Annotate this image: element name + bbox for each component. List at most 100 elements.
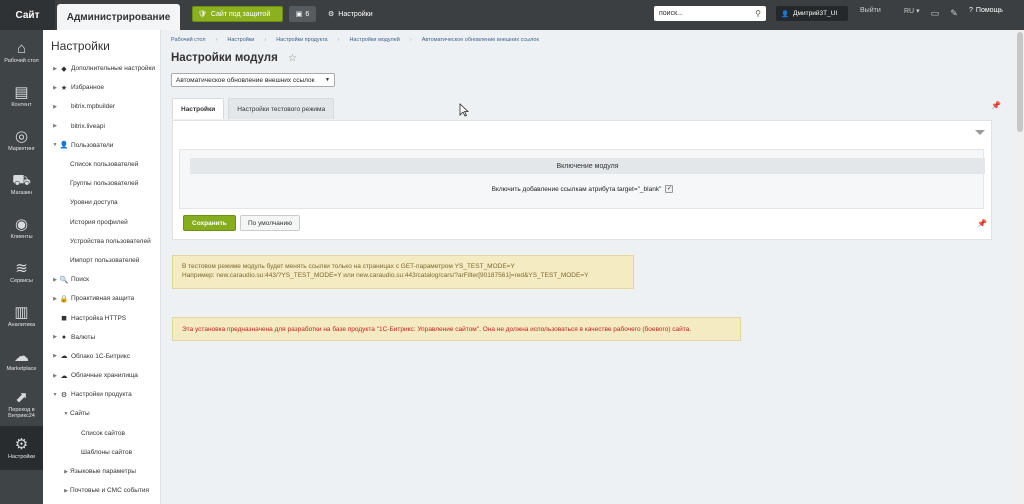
top-settings-link[interactable]: ⚙ Настройки bbox=[328, 6, 373, 22]
nav-label: Аналитика bbox=[7, 321, 36, 328]
sidebar-item-label: Сайты bbox=[70, 410, 90, 418]
sidebar-item[interactable]: Устройства пользователей bbox=[43, 232, 160, 251]
nav-label: Сервисы bbox=[10, 277, 33, 284]
target-blank-checkbox[interactable]: ✓ bbox=[665, 185, 674, 193]
sidebar-title: Настройки bbox=[51, 39, 110, 53]
sidebar-item[interactable]: ▶ ◆ Дополнительные настройки bbox=[43, 59, 160, 78]
nav-shop[interactable]: ⛟ Магазин bbox=[0, 162, 43, 206]
breadcrumb-item[interactable]: Настройки модулей bbox=[349, 37, 399, 43]
site-tab[interactable]: Сайт bbox=[0, 0, 55, 30]
sidebar-item-icon: ☁ bbox=[60, 372, 68, 380]
sidebar-item[interactable]: ▼ ⚙ Настройки продукта bbox=[43, 385, 160, 404]
language-selector[interactable]: RU ▾ bbox=[904, 7, 920, 15]
user-menu[interactable]: 👤 Дмитрий3Т_UI bbox=[776, 6, 848, 21]
nav-analytics[interactable]: ▥ Аналитика bbox=[0, 294, 43, 338]
expand-arrow-right-icon[interactable]: ▶ bbox=[51, 85, 59, 91]
expand-arrow-right-icon[interactable]: ▶ bbox=[51, 104, 59, 110]
sidebar-item[interactable]: ▶ ☁ Облако 1С-Битрикс bbox=[43, 347, 160, 366]
pin-icon[interactable]: 📌 bbox=[991, 101, 1001, 110]
sidebar-item[interactable]: Уровни доступа bbox=[43, 193, 160, 212]
sidebar-item[interactable]: Импорт пользователей bbox=[43, 251, 160, 270]
sidebar-item[interactable]: ▶ bitrix.liveapi bbox=[43, 117, 160, 136]
window-icon[interactable]: ▭ bbox=[929, 6, 941, 20]
collapse-triangle-icon[interactable] bbox=[975, 130, 985, 135]
sidebar-item-icon: ★ bbox=[60, 84, 68, 92]
pin-icon[interactable]: 📌 bbox=[977, 219, 987, 228]
breadcrumb-item[interactable]: Рабочий стол bbox=[171, 37, 206, 43]
expand-arrow-right-icon[interactable]: ▶ bbox=[51, 334, 59, 340]
expand-arrow-right-icon[interactable]: ▶ bbox=[51, 353, 59, 359]
sidebar-item[interactable]: ▶ bitrix.mpbuilder bbox=[43, 97, 160, 116]
nav-content[interactable]: ▤ Контент bbox=[0, 74, 43, 118]
tab-settings[interactable]: Настройки bbox=[172, 98, 225, 119]
notifications-counter[interactable]: ▣ 6 bbox=[289, 6, 316, 22]
nav-settings[interactable]: ⚙ Настройки bbox=[0, 426, 43, 470]
logout-link[interactable]: Выйти bbox=[860, 7, 881, 14]
expand-arrow-down-icon[interactable]: ▼ bbox=[62, 411, 70, 417]
target-icon: ◎ bbox=[14, 127, 29, 145]
sidebar-item[interactable]: Список сайтов bbox=[43, 424, 160, 443]
search-box[interactable]: поиск... ⚲ bbox=[654, 6, 766, 21]
sidebar-item[interactable]: ▶ Языковые параметры bbox=[43, 462, 160, 481]
expand-arrow-right-icon[interactable]: ▶ bbox=[51, 277, 59, 283]
sidebar-item[interactable]: ▶ Почтовые и СМС события bbox=[43, 481, 160, 500]
default-button[interactable]: По умолчанию bbox=[240, 215, 300, 231]
admin-tab[interactable]: Администрирование bbox=[57, 4, 180, 30]
breadcrumb-item[interactable]: Настройки bbox=[227, 37, 254, 43]
sidebar-item[interactable]: ▶ ● Валюты bbox=[43, 328, 160, 347]
nav-services[interactable]: ≋ Сервисы bbox=[0, 250, 43, 294]
breadcrumb-item[interactable]: Автоматическое обновление внешних ссылок bbox=[422, 37, 539, 43]
breadcrumb-item[interactable]: Настройки продукта bbox=[276, 37, 327, 43]
sidebar-item-label: Языковые параметры bbox=[70, 468, 136, 476]
nav-desktop[interactable]: ⌂ Рабочий стол bbox=[0, 30, 43, 74]
sidebar-item[interactable]: ▼ 👤 Пользователи bbox=[43, 136, 160, 155]
shield-icon: 🛡 bbox=[198, 11, 207, 18]
search-icon[interactable]: ⚲ bbox=[755, 9, 761, 18]
clients-24-icon: ◉ bbox=[14, 215, 29, 233]
top-admin-bar: Сайт Администрирование 🛡 Сайт под защито… bbox=[0, 0, 1024, 30]
expand-arrow-right-icon[interactable]: ▶ bbox=[51, 66, 59, 72]
expand-arrow-right-icon[interactable]: ▶ bbox=[51, 296, 59, 302]
expand-arrow-right-icon[interactable]: ▶ bbox=[62, 469, 70, 475]
expand-arrow-right-icon[interactable]: ▶ bbox=[51, 123, 59, 129]
left-nav: ⌂ Рабочий стол ▤ Контент ◎ Маркетинг ⛟ Магаз… bbox=[0, 30, 43, 504]
nav-bitrix24[interactable]: ⬈ Переход в Битрикс24 bbox=[0, 382, 43, 426]
sidebar-item[interactable]: ▶ 🔍 Поиск bbox=[43, 270, 160, 289]
nav-clients[interactable]: ◉ Клиенты bbox=[0, 206, 43, 250]
sidebar-item[interactable]: Шаблоны сайтов bbox=[43, 443, 160, 462]
save-button[interactable]: Сохранить bbox=[183, 215, 236, 231]
expand-arrow-right-icon[interactable]: ▶ bbox=[62, 488, 70, 494]
sidebar-item[interactable]: ◼ Настройка HTTPS bbox=[43, 308, 160, 327]
favorite-star-icon[interactable]: ☆ bbox=[288, 53, 297, 64]
pin-icon[interactable]: ✎ bbox=[948, 6, 960, 20]
sidebar-item-label: Пользователи bbox=[71, 141, 114, 149]
module-select[interactable]: Автоматическое обновление внешних ссылок… bbox=[171, 73, 335, 87]
counter-value: 6 bbox=[305, 10, 310, 18]
nav-marketing[interactable]: ◎ Маркетинг bbox=[0, 118, 43, 162]
breadcrumb-separator: › bbox=[409, 37, 412, 43]
expand-arrow-right-icon[interactable]: ▶ bbox=[51, 373, 59, 379]
expand-arrow-down-icon[interactable]: ▼ bbox=[51, 392, 59, 398]
sidebar-item[interactable]: Группы пользователей bbox=[43, 174, 160, 193]
page-title: Настройки модуля bbox=[171, 52, 278, 64]
nav-marketplace[interactable]: ☁ Marketplace bbox=[0, 338, 43, 382]
top-settings-label: Настройки bbox=[338, 10, 373, 18]
scrollbar-thumb[interactable] bbox=[1017, 32, 1023, 132]
help-link[interactable]: ? Помощь bbox=[969, 7, 1003, 14]
page-scrollbar[interactable] bbox=[1016, 30, 1024, 504]
sidebar-item[interactable]: ▶ ★ Избранное bbox=[43, 78, 160, 97]
sidebar-item[interactable]: ▶ ☁ Облачные хранилища bbox=[43, 366, 160, 385]
sidebar-item[interactable]: ▶ 🔒 Проактивная защита bbox=[43, 289, 160, 308]
site-protected-button[interactable]: 🛡 Сайт под защитой bbox=[192, 6, 283, 22]
search-input[interactable]: поиск... bbox=[659, 10, 683, 17]
tab-test-mode-settings[interactable]: Настройки тестового режима bbox=[228, 98, 335, 119]
nav-label: Контент bbox=[11, 101, 32, 108]
sidebar-item[interactable]: Список пользователей bbox=[43, 155, 160, 174]
nav-label: Настройки bbox=[8, 453, 35, 460]
cloud-download-icon: ☁ bbox=[14, 347, 29, 365]
sidebar-item[interactable]: История профилей bbox=[43, 213, 160, 232]
sidebar-item[interactable]: ▼ Сайты bbox=[43, 404, 160, 423]
option-label: Включить добавление ссылкам атрибута tar… bbox=[491, 185, 662, 193]
expand-arrow-down-icon[interactable]: ▼ bbox=[51, 142, 59, 148]
sidebar-item-icon: ◆ bbox=[61, 65, 67, 73]
